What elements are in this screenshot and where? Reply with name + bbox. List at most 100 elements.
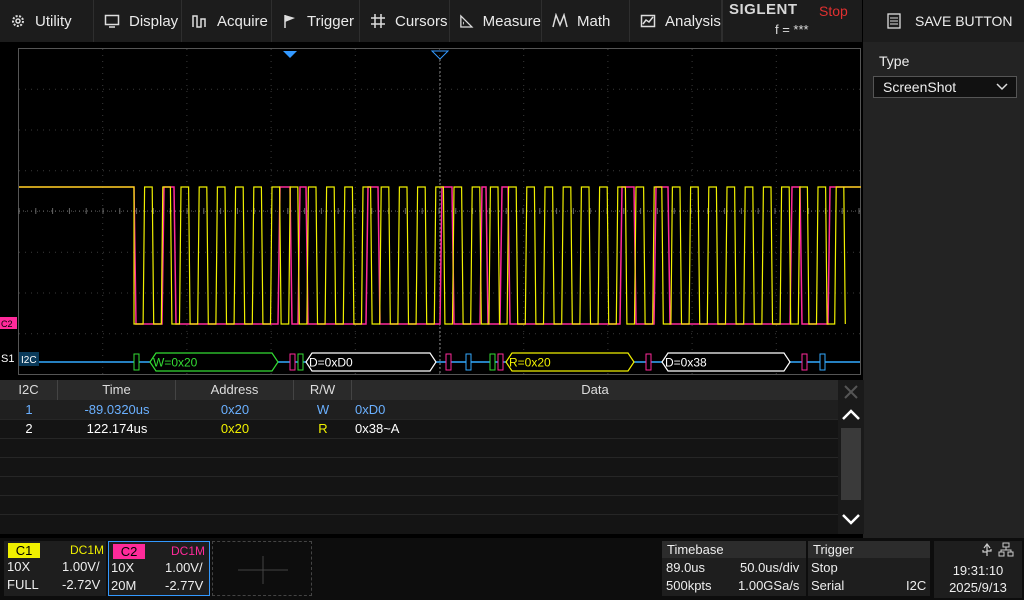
ch1-info-box[interactable]: C1 DC1M 10X 1.00V/ FULL -2.72V	[4, 541, 106, 596]
col-header-i2c: I2C	[0, 380, 58, 400]
type-select-value: ScreenShot	[883, 79, 957, 95]
ch1-offset: -2.72V	[62, 577, 101, 592]
brand-status: SIGLENT Stop f = ***	[722, 0, 862, 42]
row-data: 0x38~A	[355, 421, 400, 436]
col-header-data: Data	[352, 380, 838, 400]
row-divider	[0, 438, 838, 439]
ch2-offset: -2.77V	[165, 578, 204, 593]
row-rw: W	[316, 402, 330, 417]
chevron-down-icon	[996, 83, 1008, 91]
table-row[interactable]: 1 -89.0320us 0x20 W 0xD0	[0, 400, 838, 419]
bus-event-marker	[297, 353, 304, 371]
trigger-position-marker[interactable]	[283, 51, 297, 58]
grid-icon	[371, 14, 385, 28]
add-channel-button[interactable]	[212, 541, 312, 596]
row-divider	[0, 495, 838, 496]
menu-trigger[interactable]: Trigger	[272, 0, 360, 42]
flag-icon	[284, 15, 295, 28]
trigger-title: Trigger	[808, 541, 930, 558]
bus-event-marker	[465, 353, 472, 371]
brand-logo: SIGLENT	[729, 1, 798, 18]
row-divider	[0, 457, 838, 458]
menu-cursors[interactable]: Cursors	[360, 0, 450, 42]
ch1-bandwidth: FULL	[7, 577, 39, 592]
decode-frame-label: R=0x20	[509, 356, 551, 370]
close-icon[interactable]	[842, 383, 860, 401]
network-icon	[998, 542, 1014, 557]
menu-measure-label: Measure	[482, 12, 541, 30]
bus-event-marker	[645, 353, 652, 371]
chevron-up-icon[interactable]	[840, 404, 862, 426]
table-scrollbar[interactable]	[838, 380, 864, 534]
row-address: 0x20	[220, 402, 250, 417]
bus-event-marker	[497, 353, 504, 371]
menu-acquire[interactable]: Acquire	[182, 0, 272, 42]
row-address: 0x20	[220, 421, 250, 436]
menu-display[interactable]: Display	[94, 0, 182, 42]
col-header-time: Time	[58, 380, 176, 400]
row-divider	[0, 514, 838, 515]
bus-event-marker	[489, 353, 496, 371]
bus-label: I2C	[21, 355, 37, 366]
timebase-scale: 50.0us/div	[740, 560, 800, 575]
bus-event-marker	[445, 353, 452, 371]
table-row[interactable]: 2 122.174us 0x20 R 0x38~A	[0, 419, 838, 438]
save-button-label: SAVE BUTTON	[915, 13, 1013, 29]
ch1-tag: C1	[8, 543, 40, 558]
ch1-coupling: DC1M	[70, 543, 105, 557]
ch2-probe: 10X	[111, 560, 135, 575]
waveform-area[interactable]: C2 S1 I2C W=0x20 D=0xD0 R=0x20 D=0x38	[0, 44, 862, 376]
serial-label: S1	[1, 353, 14, 365]
menu-analysis-label: Analysis	[665, 12, 721, 30]
usb-icon	[982, 543, 992, 556]
waveform-canvas: C2 S1 I2C W=0x20 D=0xD0 R=0x20 D=0x38	[0, 48, 861, 375]
menu-display-label: Display	[129, 12, 179, 30]
menu-math[interactable]: Math	[542, 0, 630, 42]
ch2-scale: 1.00V/	[165, 560, 203, 575]
menu-cursors-label: Cursors	[395, 12, 448, 30]
decode-table: I2C Time Address R/W Data 1 -89.0320us 0…	[0, 380, 838, 534]
trigger-state: Stop	[811, 560, 838, 575]
menu-utility[interactable]: Utility	[0, 0, 94, 42]
decode-frame-label: W=0x20	[153, 356, 198, 370]
row-divider	[0, 476, 838, 477]
row-index: 1	[25, 402, 33, 417]
timebase-points: 500kpts	[666, 578, 712, 593]
ch2-marker-text: C2	[1, 319, 13, 329]
math-icon	[552, 13, 568, 28]
col-header-address: Address	[176, 380, 294, 400]
save-button[interactable]: SAVE BUTTON	[863, 0, 1024, 42]
ch2-tag: C2	[113, 544, 145, 559]
timebase-box[interactable]: Timebase 89.0us 50.0us/div 500kpts 1.00G…	[662, 541, 806, 596]
timebase-delay: 89.0us	[666, 560, 706, 575]
type-select[interactable]: ScreenShot	[873, 76, 1017, 98]
row-rw: R	[318, 421, 328, 436]
scroll-thumb[interactable]	[841, 428, 861, 500]
type-label: Type	[879, 53, 910, 69]
bus-event-marker	[289, 353, 296, 371]
trigger-box[interactable]: Trigger Stop Serial I2C	[808, 541, 930, 596]
run-status[interactable]: Stop	[819, 3, 848, 19]
bus-event-marker	[801, 353, 808, 371]
row-index: 2	[25, 421, 33, 436]
chevron-down-icon[interactable]	[840, 508, 862, 530]
i2c-bus-decode: W=0x20 D=0xD0 R=0x20 D=0x38	[39, 352, 860, 372]
analysis-icon	[640, 14, 656, 28]
menu-analysis[interactable]: Analysis	[630, 0, 722, 42]
col-header-rw: R/W	[294, 380, 352, 400]
bus-event-marker	[133, 353, 140, 371]
frequency-readout: f = ***	[775, 22, 809, 37]
decode-frame-label: D=0xD0	[309, 356, 353, 370]
menu-math-label: Math	[577, 12, 611, 30]
trigger-source: I2C	[906, 578, 927, 593]
ch2-info-box[interactable]: C2 DC1M 10X 1.00V/ 20M -2.77V	[108, 541, 210, 596]
trigger-type: Serial	[811, 578, 845, 593]
ch1-probe: 10X	[7, 559, 31, 574]
bus-event-marker	[819, 353, 826, 371]
menu-acquire-label: Acquire	[217, 12, 268, 30]
menu-measure[interactable]: Measure	[450, 0, 542, 42]
ch2-offset-marker[interactable]: C2	[0, 317, 17, 329]
timebase-rate: 1.00GSa/s	[738, 578, 800, 593]
menu-trigger-label: Trigger	[307, 12, 354, 30]
save-menu-panel: SAVE BUTTON Type ScreenShot	[863, 0, 1024, 538]
